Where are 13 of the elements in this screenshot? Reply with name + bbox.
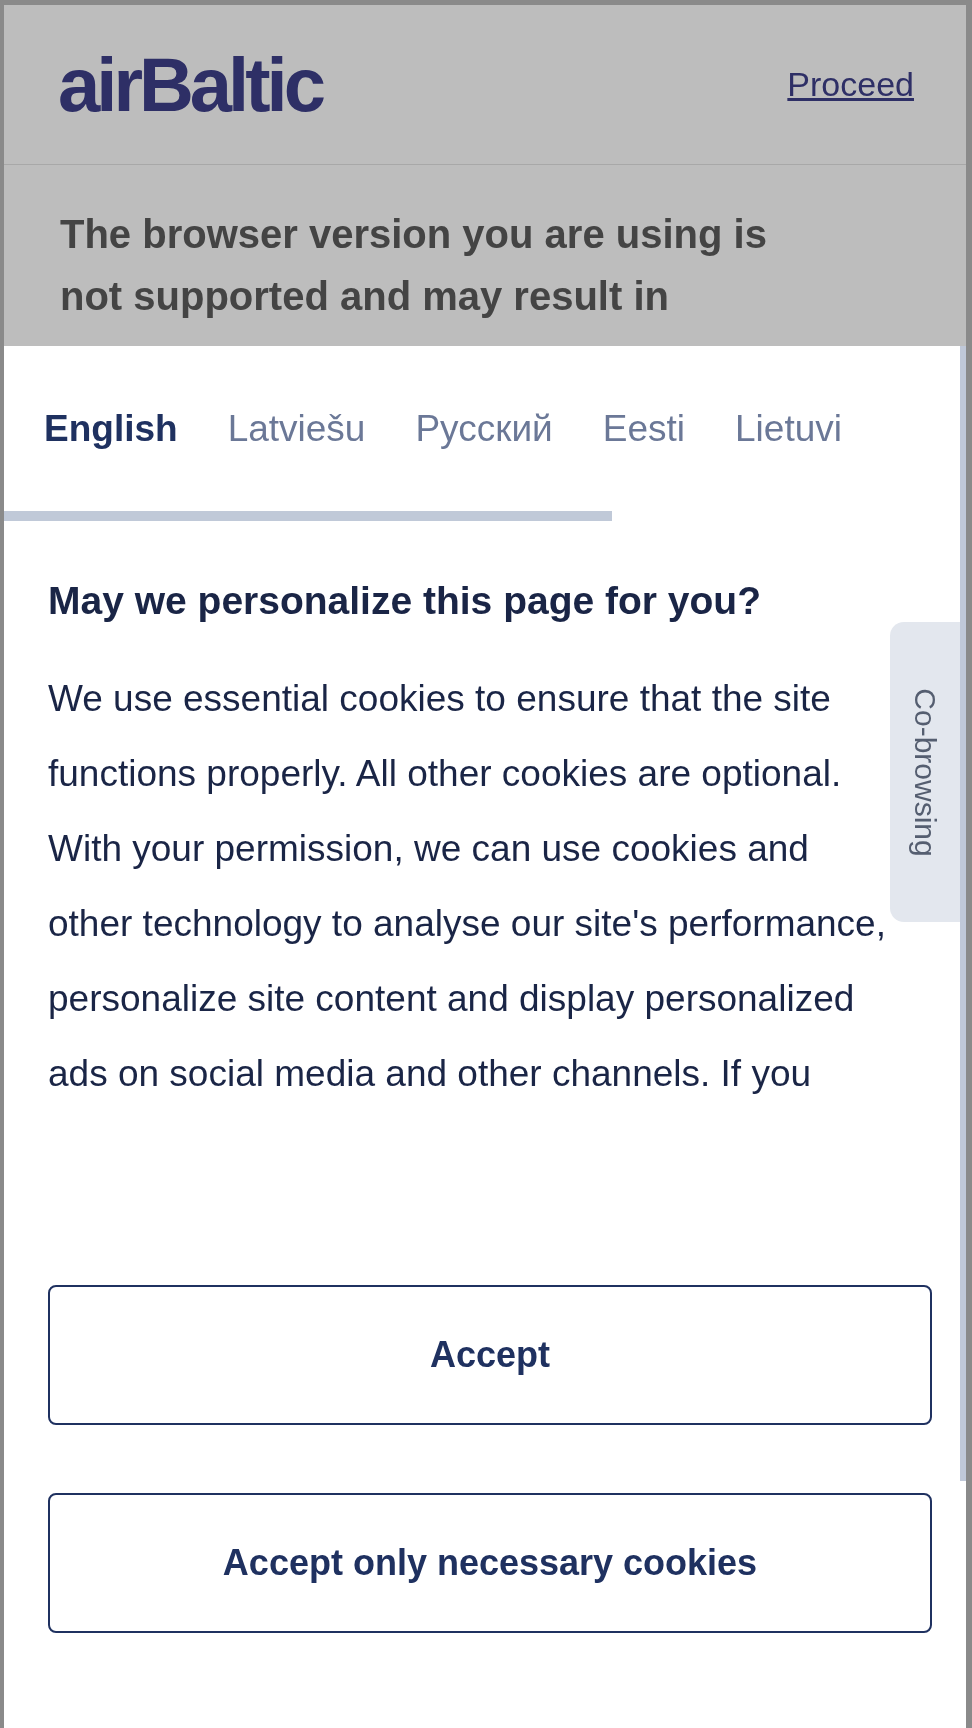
language-tab[interactable]: Lietuvi (735, 400, 842, 457)
language-tab[interactable]: Eesti (602, 400, 685, 457)
dialog-title: May we personalize this page for you? (48, 578, 762, 624)
necessary-cookies-button[interactable]: Accept only necessary cookies (48, 1493, 932, 1633)
accept-button[interactable]: Accept (48, 1285, 932, 1425)
language-tab[interactable]: Latviešu (227, 400, 366, 457)
co-browsing-tab[interactable]: Co-browsing (890, 622, 960, 922)
language-tab[interactable]: Русский (415, 400, 553, 457)
cookie-description: We use essential cookies to ensure that the site functions properly. All other cookies are optional. With your permission, we can use cookies and other technology to analyse our site's performance, personalize site content and display personalized ads on social media and other channels. If you (48, 677, 887, 1096)
logo: airBaltic (58, 46, 322, 123)
language-tab[interactable]: English (44, 400, 178, 457)
warning-text: The browser version you are using is not supported and may result in (59, 211, 768, 320)
proceed-link[interactable]: Proceed (787, 59, 914, 110)
